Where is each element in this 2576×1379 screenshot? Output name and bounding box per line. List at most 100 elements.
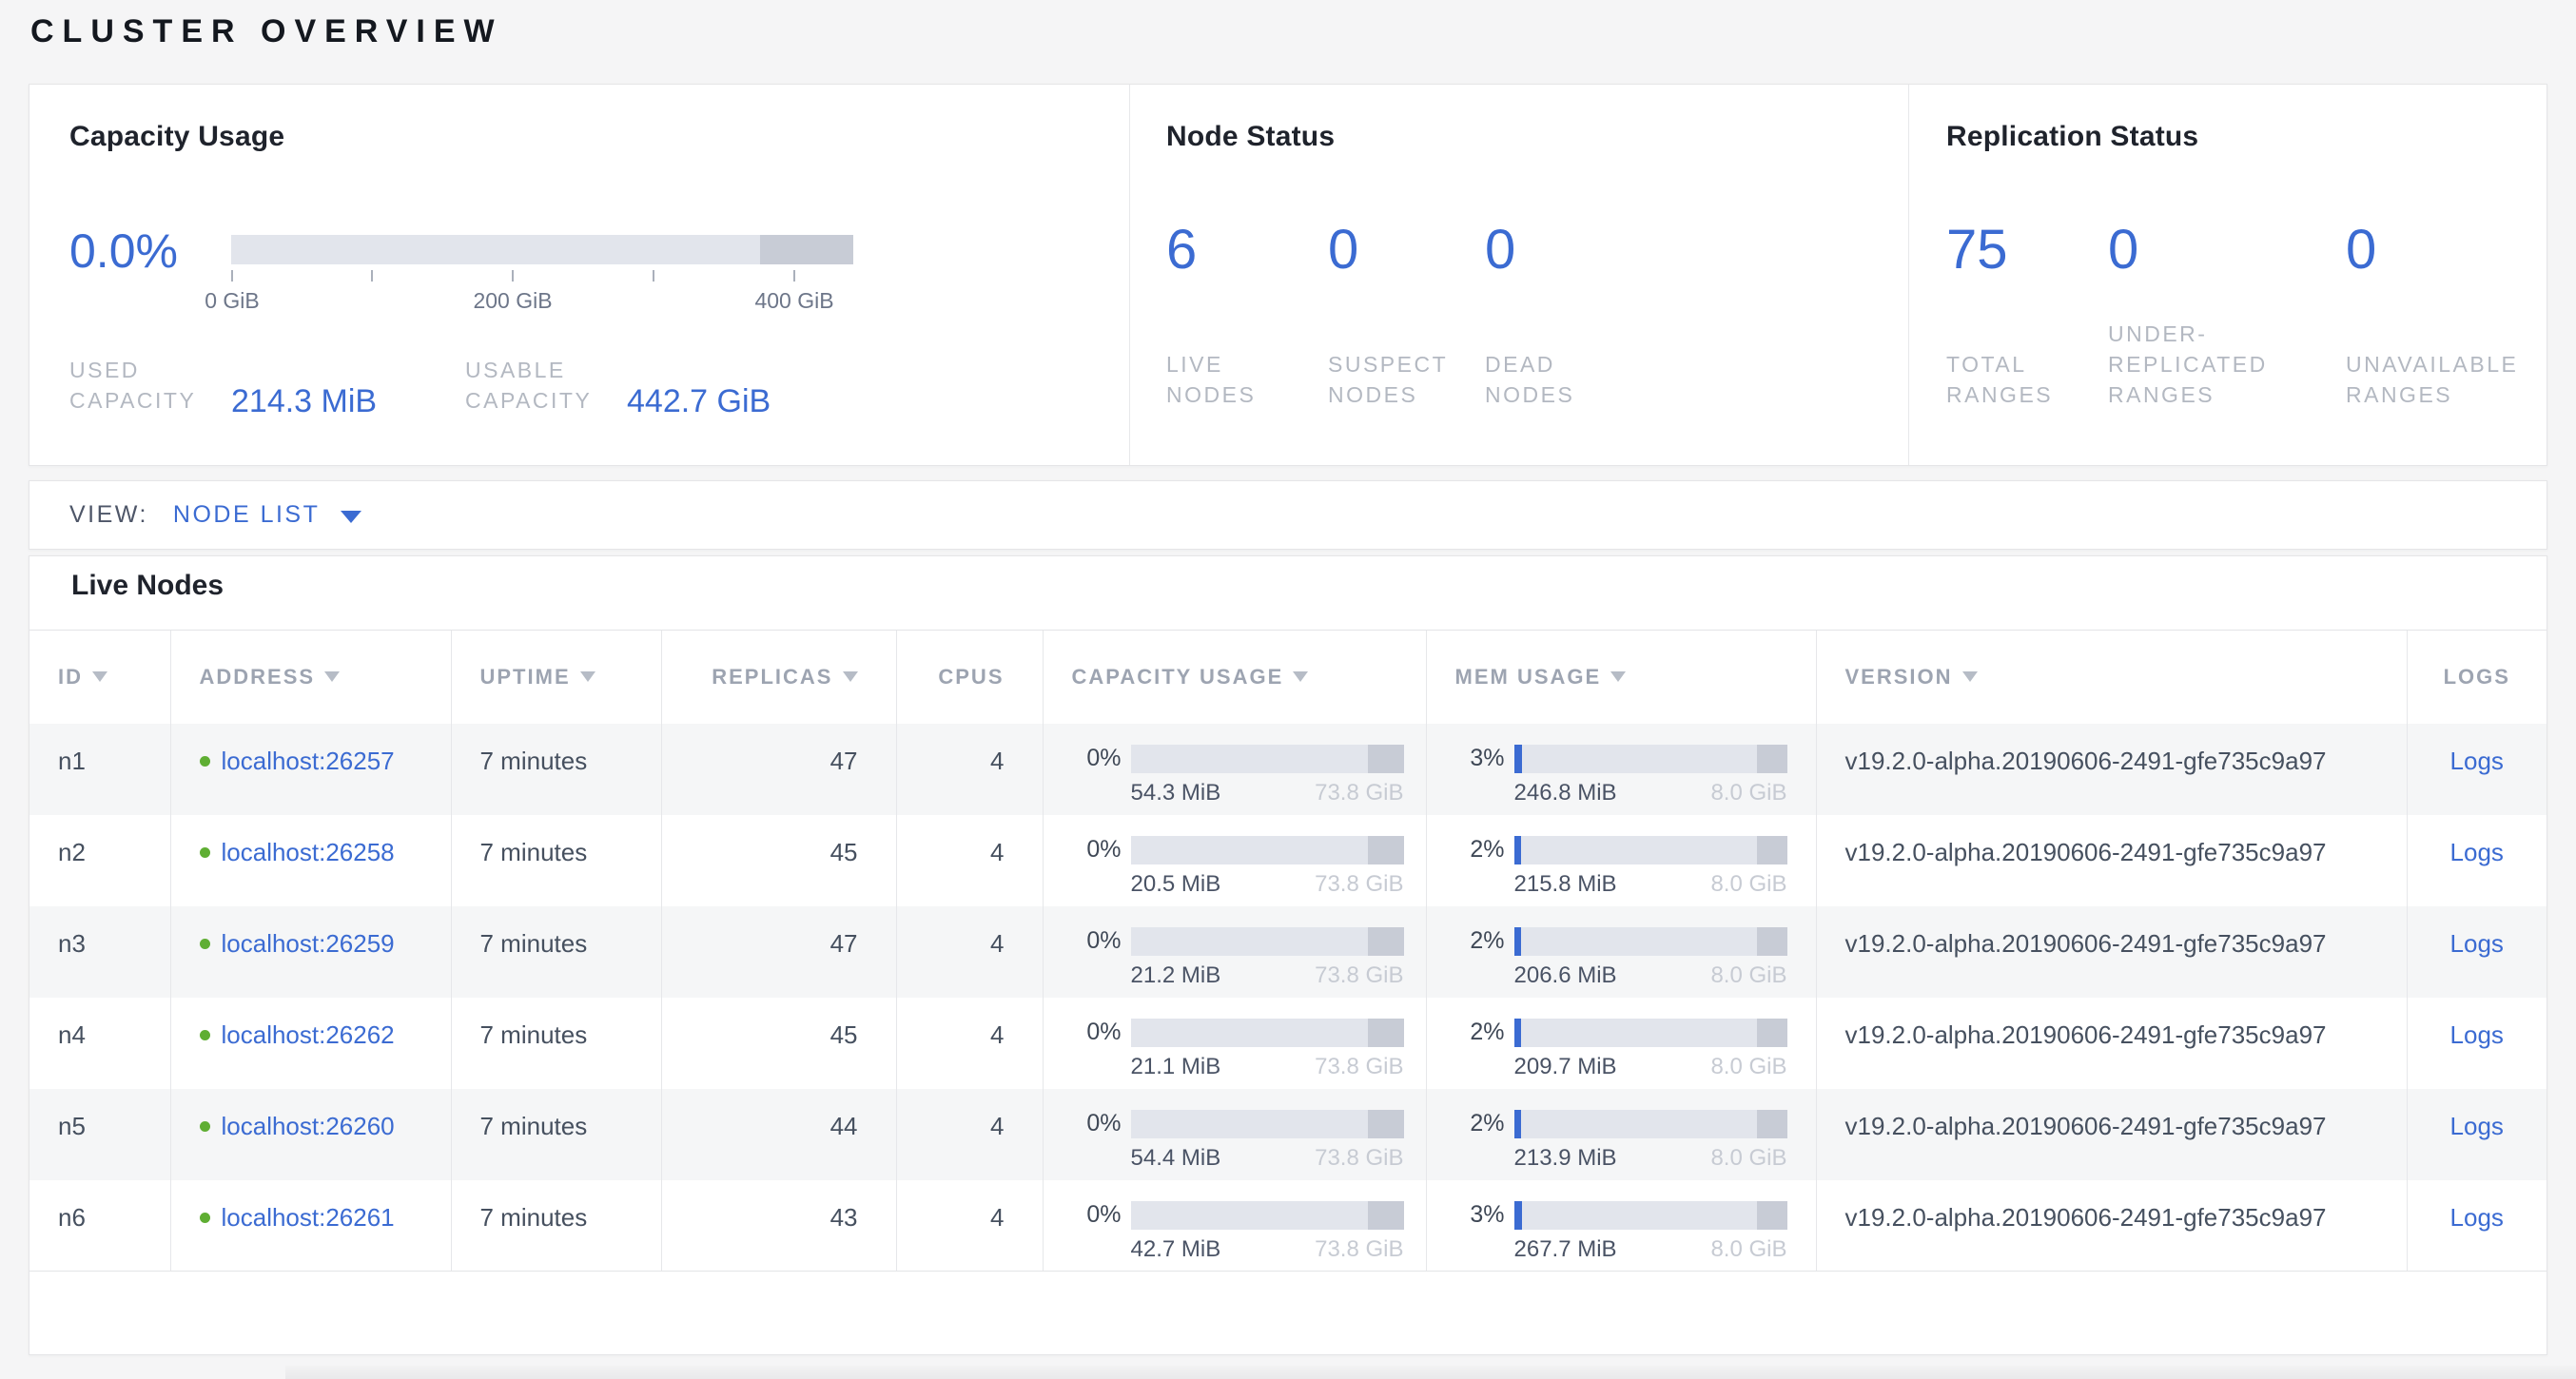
- node-logs-link[interactable]: Logs: [2450, 838, 2504, 866]
- mem-total-value: 8.0 GiB: [1710, 1145, 1786, 1172]
- node-replicas-cell: 47: [661, 724, 896, 815]
- mem-bar: [1514, 927, 1787, 956]
- capacity-bar-other-segment: [1368, 745, 1403, 773]
- node-logs-link[interactable]: Logs: [2450, 1203, 2504, 1232]
- column-header-mem-usage[interactable]: MEM USAGE: [1426, 631, 1816, 724]
- view-selected-value[interactable]: NODE LIST: [173, 501, 320, 529]
- capacity-bar-other-segment: [1368, 1019, 1403, 1047]
- node-address-link[interactable]: localhost:26257: [222, 747, 395, 776]
- node-live-icon: [200, 1121, 210, 1132]
- node-capacity-cell: 0% 54.3 MiB 73.8 GiB: [1043, 724, 1426, 815]
- mem-bar-fill: [1514, 745, 1523, 773]
- node-address-link[interactable]: localhost:26261: [222, 1203, 395, 1233]
- chevron-down-icon[interactable]: [341, 511, 361, 523]
- column-header-address[interactable]: ADDRESS: [170, 631, 451, 724]
- node-mem-cell: 3% 246.8 MiB 8.0 GiB: [1426, 724, 1816, 815]
- node-address-cell: localhost:26262: [170, 998, 451, 1089]
- node-uptime-cell: 7 minutes: [451, 724, 661, 815]
- node-address-cell: localhost:26260: [170, 1089, 451, 1180]
- node-uptime-cell: 7 minutes: [451, 1089, 661, 1180]
- column-header-cpus: CPUS: [896, 631, 1043, 724]
- mem-used-value: 209.7 MiB: [1514, 1054, 1617, 1080]
- node-logs-link[interactable]: Logs: [2450, 929, 2504, 958]
- mem-total-value: 8.0 GiB: [1710, 1054, 1786, 1080]
- usable-capacity-value: 442.7 GiB: [627, 384, 771, 418]
- node-live-icon: [200, 939, 210, 949]
- node-address-link[interactable]: localhost:26259: [222, 929, 395, 959]
- node-address-link[interactable]: localhost:26260: [222, 1112, 395, 1141]
- node-replicas-cell: 47: [661, 906, 896, 998]
- axis-tick: [653, 270, 654, 282]
- node-version-cell: v19.2.0-alpha.20190606-2491-gfe735c9a97: [1816, 906, 2407, 998]
- node-replicas-cell: 45: [661, 998, 896, 1089]
- axis-tick: [231, 270, 233, 282]
- capacity-total-value: 73.8 GiB: [1315, 871, 1403, 898]
- view-selector-dropdown[interactable]: NODE LIST: [173, 501, 361, 529]
- capacity-percent: 0%: [1072, 927, 1122, 955]
- live-nodes-count: 6: [1166, 218, 1197, 282]
- capacity-total-value: 73.8 GiB: [1315, 1145, 1403, 1172]
- capacity-bar-other-segment: [1368, 927, 1403, 956]
- column-header-replicas[interactable]: REPLICAS: [661, 631, 896, 724]
- table-row: n4 localhost:26262 7 minutes 45 4 0% 21.…: [29, 998, 2547, 1089]
- node-uptime-cell: 7 minutes: [451, 998, 661, 1089]
- sort-desc-icon: [92, 671, 107, 682]
- node-version-cell: v19.2.0-alpha.20190606-2491-gfe735c9a97: [1816, 1180, 2407, 1272]
- dead-nodes-label: DEAD NODES: [1485, 349, 1609, 410]
- capacity-percent: 0%: [1072, 836, 1122, 864]
- live-nodes-title: Live Nodes: [71, 570, 224, 602]
- column-header-id[interactable]: ID: [29, 631, 170, 724]
- column-header-logs: LOGS: [2407, 631, 2547, 724]
- capacity-percent: 0%: [1072, 1019, 1122, 1046]
- capacity-gauge: 0 GiB 200 GiB 400 GiB: [231, 235, 853, 264]
- node-mem-cell: 2% 209.7 MiB 8.0 GiB: [1426, 998, 1816, 1089]
- column-header-version[interactable]: VERSION: [1816, 631, 2407, 724]
- mem-used-value: 206.6 MiB: [1514, 962, 1617, 989]
- dead-nodes-count: 0: [1485, 218, 1515, 282]
- node-address-cell: localhost:26258: [170, 815, 451, 906]
- dead-nodes-stat: 0 DEAD NODES: [1485, 85, 1642, 465]
- panel-divider: [1908, 85, 1909, 465]
- table-row: n3 localhost:26259 7 minutes 47 4 0% 21.…: [29, 906, 2547, 998]
- node-address-link[interactable]: localhost:26262: [222, 1020, 395, 1050]
- capacity-used-value: 21.1 MiB: [1131, 1054, 1221, 1080]
- node-id-cell: n4: [29, 998, 170, 1089]
- live-nodes-stat: 6 LIVE NODES: [1166, 85, 1328, 465]
- node-logs-link[interactable]: Logs: [2450, 1020, 2504, 1049]
- node-logs-link[interactable]: Logs: [2450, 1112, 2504, 1140]
- column-header-capacity-usage[interactable]: CAPACITY USAGE: [1043, 631, 1426, 724]
- node-address-link[interactable]: localhost:26258: [222, 838, 395, 867]
- mem-bar: [1514, 1110, 1787, 1138]
- used-capacity-label: USED CAPACITY: [69, 355, 231, 416]
- mem-total-value: 8.0 GiB: [1710, 780, 1786, 806]
- capacity-percent: 0%: [1072, 1110, 1122, 1137]
- column-header-uptime[interactable]: UPTIME: [451, 631, 661, 724]
- mem-bar-other-segment: [1757, 745, 1787, 773]
- table-row: n5 localhost:26260 7 minutes 44 4 0% 54.…: [29, 1089, 2547, 1180]
- node-cpus-cell: 4: [896, 724, 1043, 815]
- capacity-used-value: 42.7 MiB: [1131, 1236, 1221, 1263]
- node-live-icon: [200, 756, 210, 767]
- axis-tick: [793, 270, 795, 282]
- mem-bar-fill: [1514, 1019, 1521, 1047]
- capacity-used-value: 20.5 MiB: [1131, 871, 1221, 898]
- capacity-bar: [1131, 927, 1404, 956]
- node-cpus-cell: 4: [896, 1089, 1043, 1180]
- table-row: n2 localhost:26258 7 minutes 45 4 0% 20.…: [29, 815, 2547, 906]
- node-logs-cell: Logs: [2407, 1180, 2547, 1272]
- live-nodes-table: ID ADDRESS UPTIME REPLICAS CPUS: [29, 630, 2547, 1272]
- capacity-gauge-track: [231, 235, 853, 264]
- mem-bar-fill: [1514, 927, 1521, 956]
- capacity-bar: [1131, 1110, 1404, 1138]
- node-logs-link[interactable]: Logs: [2450, 747, 2504, 775]
- mem-used-value: 246.8 MiB: [1514, 780, 1617, 806]
- node-capacity-cell: 0% 54.4 MiB 73.8 GiB: [1043, 1089, 1426, 1180]
- capacity-usage-title: Capacity Usage: [69, 121, 284, 153]
- capacity-bar: [1131, 745, 1404, 773]
- mem-total-value: 8.0 GiB: [1710, 962, 1786, 989]
- node-logs-cell: Logs: [2407, 1089, 2547, 1180]
- mem-percent: 2%: [1455, 836, 1505, 864]
- capacity-bar-other-segment: [1368, 1201, 1403, 1230]
- mem-bar: [1514, 836, 1787, 864]
- node-logs-cell: Logs: [2407, 815, 2547, 906]
